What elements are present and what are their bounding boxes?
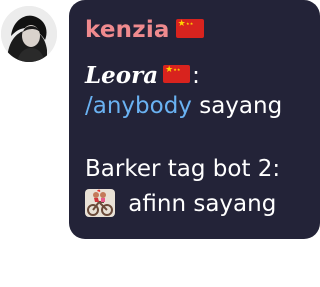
couple-on-bicycle-icon [85, 189, 115, 217]
china-flag-icon: ★★★ [175, 19, 204, 38]
chat-message: kenzia ★★★ Leora ★★★: /anybody sayang Bark… [0, 0, 320, 287]
sender-line: kenzia ★★★ [85, 17, 204, 43]
command-line: /anybody sayang [85, 93, 282, 119]
message-line-4: afinn sayang [85, 189, 276, 217]
message-bubble[interactable]: kenzia ★★★ Leora ★★★: /anybody sayang Bark… [69, 0, 320, 239]
china-flag-icon: ★★★ [163, 65, 191, 83]
mention-colon: : [192, 63, 200, 89]
sender-name[interactable]: kenzia [85, 17, 170, 43]
message-line-4-text: afinn sayang [121, 191, 277, 217]
command-link[interactable]: /anybody [85, 93, 192, 119]
avatar-photo-icon [1, 6, 57, 62]
avatar[interactable] [1, 6, 57, 62]
message-line-3: Barker tag bot 2: [85, 156, 281, 182]
mention-line: Leora ★★★: [85, 62, 200, 89]
command-suffix: sayang [191, 93, 283, 119]
mention-name[interactable]: Leora [85, 62, 158, 89]
